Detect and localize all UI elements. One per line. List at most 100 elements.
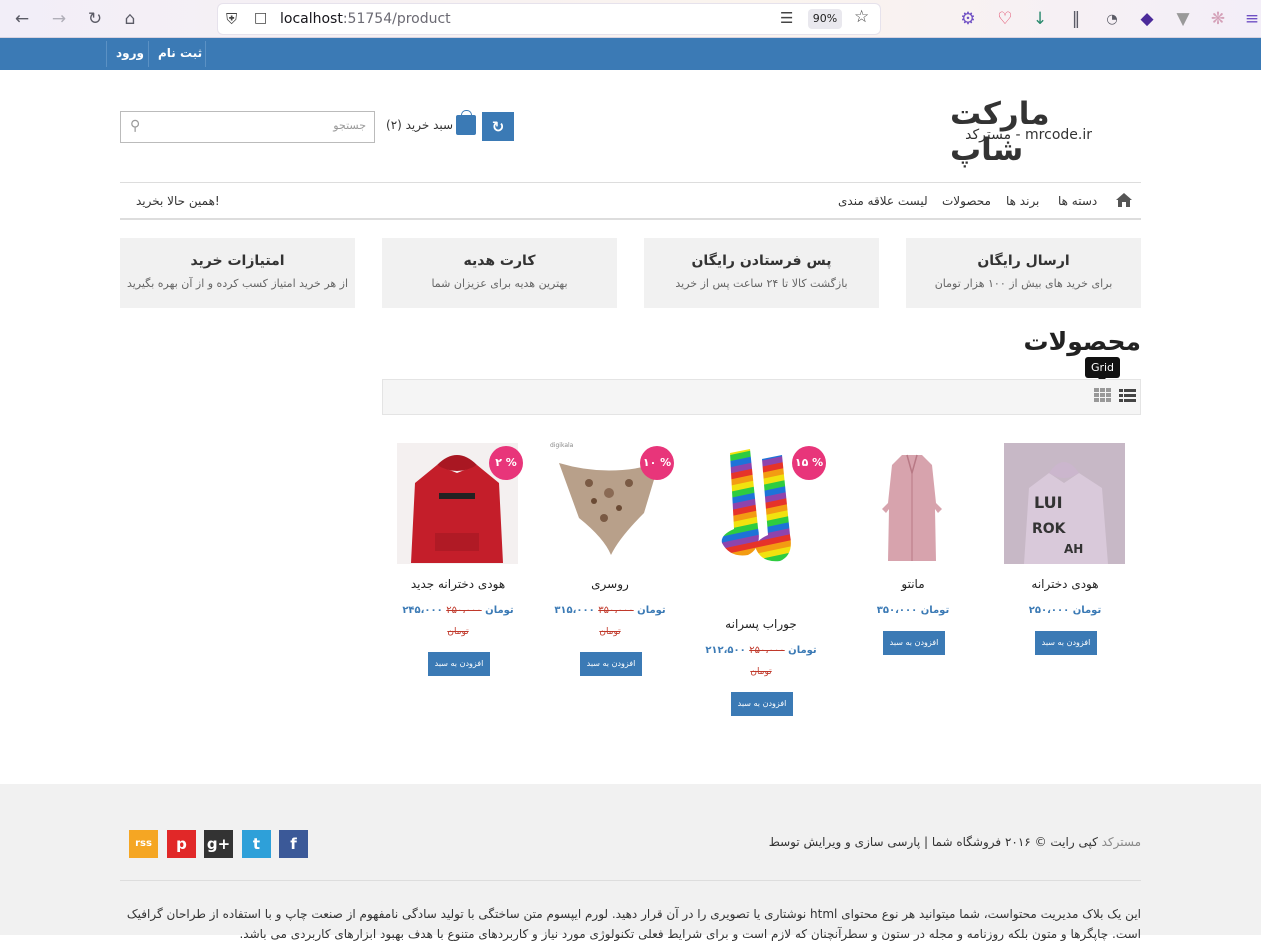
nav-item-brands[interactable]: برند ها: [1006, 194, 1039, 208]
nav-item-wishlist[interactable]: لیست علاقه مندی: [838, 194, 928, 208]
wrench-icon[interactable]: ⚙: [956, 7, 980, 31]
main-nav: دسته ها برند ها محصولات لیست علاقه مندی …: [120, 182, 1141, 220]
old-price-unit: تومان: [750, 667, 772, 677]
search-icon[interactable]: ⚲: [130, 118, 140, 134]
menu-icon[interactable]: ≡: [1240, 7, 1261, 31]
svg-text:AH: AH: [1064, 542, 1083, 556]
feature-free-shipping: ارسال رایگان برای خرید های بیش از ۱۰۰ هز…: [906, 238, 1141, 308]
old-price-unit: تومان: [447, 627, 469, 637]
top-bar: ورود ثبت نام: [0, 38, 1261, 70]
product-price: ۲۵۰،۰۰۰ تومان: [1028, 605, 1102, 616]
divider: [106, 41, 107, 67]
product-price: ۳۱۵،۰۰۰ تومان ۳۵۰،۰۰۰: [534, 605, 686, 616]
address-bar[interactable]: ⛨ □ localhost:51754/product ☰ 90% ☆: [218, 4, 880, 34]
product-card: مانتو ۳۵۰،۰۰۰ تومان افزودن به سبد: [837, 430, 989, 730]
extension-vue-icon[interactable]: ▼: [1171, 7, 1195, 31]
product-image[interactable]: [852, 443, 973, 564]
product-name[interactable]: هودی دخترانه جدید: [382, 577, 534, 591]
footer-text: این یک بلاک مدیریت محتواست، شما میتوانید…: [126, 907, 1141, 941]
add-to-cart-button[interactable]: افزودن به سبد: [883, 631, 945, 655]
feature-free-return: پس فرستادن رایگان بازگشت کالا تا ۲۴ ساعت…: [644, 238, 879, 308]
product-name[interactable]: روسری: [534, 577, 686, 591]
url-text[interactable]: localhost:51754/product: [280, 11, 451, 27]
discount-badge: ۲ %: [489, 446, 523, 480]
bookmark-star-icon[interactable]: ☆: [854, 7, 869, 27]
product-card: ۲ % هودی دخترانه جدید ۲۴۵،۰۰۰ تومان ۲۵۰،…: [382, 430, 534, 730]
add-to-cart-button[interactable]: افزودن به سبد: [1035, 631, 1097, 655]
grid-tooltip: Grid: [1085, 357, 1120, 382]
copyright-text: کپی رایت © ۲۰۱۶ فروشگاه شما | پارسی سازی…: [768, 835, 1098, 849]
google-plus-icon[interactable]: g+: [204, 830, 233, 858]
product-image[interactable]: LUI ROK AH: [1004, 443, 1125, 564]
old-price-unit: تومان: [599, 627, 621, 637]
reader-view-icon[interactable]: ☰: [780, 9, 793, 27]
nav-item-categories[interactable]: دسته ها: [1058, 194, 1097, 208]
brand-link[interactable]: مسترکد: [1102, 835, 1141, 849]
product-name[interactable]: مانتو: [837, 577, 989, 591]
old-price: ۲۵۰،۰۰۰: [446, 605, 482, 616]
extension-gear-icon[interactable]: ❋: [1206, 7, 1230, 31]
shopping-bag-icon[interactable]: [456, 110, 476, 135]
twitter-icon[interactable]: t: [242, 830, 271, 858]
add-to-cart-button[interactable]: افزودن به سبد: [731, 692, 793, 716]
cart-link[interactable]: سبد خرید (۲): [386, 118, 453, 132]
add-to-cart-button[interactable]: افزودن به سبد: [428, 652, 490, 676]
download-icon[interactable]: ↓: [1028, 7, 1052, 31]
page-icon: □: [254, 10, 268, 26]
list-view-icon[interactable]: [1119, 388, 1136, 402]
grid-view-icon[interactable]: [1094, 388, 1111, 402]
product-name[interactable]: جوراب پسرانه: [685, 617, 837, 631]
shield-icon[interactable]: ⛨: [226, 10, 237, 28]
product-card: ۱۵ % جوراب پسرانه ۲۱۲،۵۰۰ تومان ۲۵۰،۰۰۰ …: [685, 430, 837, 730]
footer: مسترکد کپی رایت © ۲۰۱۶ فروشگاه شما | پار…: [0, 784, 1261, 941]
product-card: LUI ROK AH هودی دخترانه ۲۵۰،۰۰۰ تومان اف…: [989, 430, 1141, 730]
discount-badge: ۱۰ %: [640, 446, 674, 480]
library-icon[interactable]: ‖: [1064, 7, 1088, 31]
refresh-button[interactable]: ↻: [482, 112, 514, 141]
feature-gift-card: کارت هدیه بهترین هدیه برای عزیزان شما: [382, 238, 617, 308]
product-price: ۲۴۵،۰۰۰ تومان ۲۵۰،۰۰۰: [382, 605, 534, 616]
pocket-icon[interactable]: ♡: [993, 7, 1017, 31]
product-grid: LUI ROK AH هودی دخترانه ۲۵۰،۰۰۰ تومان اف…: [382, 430, 1141, 730]
register-link[interactable]: ثبت نام: [158, 38, 202, 70]
search-placeholder: جستجو: [333, 119, 366, 132]
feature-points: امتیازات خرید از هر خرید امتیاز کسب کرده…: [120, 238, 355, 308]
login-link[interactable]: ورود: [116, 38, 144, 70]
view-toolbar: [382, 379, 1141, 415]
feature-desc: بهترین هدیه برای عزیزان شما: [431, 277, 568, 290]
facebook-icon[interactable]: f: [279, 830, 308, 858]
rss-icon[interactable]: rss: [129, 830, 158, 858]
pinterest-icon[interactable]: p: [167, 830, 196, 858]
nav-buy-now[interactable]: همین حالا بخرید!: [136, 194, 220, 208]
add-to-cart-button[interactable]: افزودن به سبد: [580, 652, 642, 676]
logo-subtitle: مسترکد - mrcode.ir: [965, 127, 1092, 143]
refresh-icon: ↻: [491, 117, 505, 136]
footer-divider: [120, 880, 1141, 881]
divider: [205, 41, 206, 67]
search-input[interactable]: جستجو ⚲: [120, 111, 375, 143]
feature-desc: برای خرید های بیش از ۱۰۰ هزار تومان: [934, 277, 1113, 290]
feature-title: امتیازات خرید: [190, 253, 285, 269]
svg-text:ROK: ROK: [1032, 521, 1067, 537]
feature-title: ارسال رایگان: [977, 253, 1070, 269]
extension-icon[interactable]: ◔: [1100, 7, 1124, 31]
product-name[interactable]: هودی دخترانه: [989, 577, 1141, 591]
home-icon[interactable]: ⌂: [118, 7, 142, 31]
back-icon[interactable]: ←: [10, 7, 34, 31]
feature-boxes: ارسال رایگان برای خرید های بیش از ۱۰۰ هز…: [120, 238, 1141, 308]
forward-icon[interactable]: →: [47, 7, 71, 31]
svg-text:LUI: LUI: [1034, 493, 1063, 512]
site-logo[interactable]: مارکت شاپ مسترکد - mrcode.ir: [950, 96, 1140, 168]
nav-item-products[interactable]: محصولات: [942, 194, 991, 208]
extension-diamond-icon[interactable]: ◆: [1135, 7, 1159, 31]
reload-icon[interactable]: ↻: [83, 7, 107, 31]
product-price: ۲۱۲،۵۰۰ تومان ۲۵۰،۰۰۰: [685, 645, 837, 656]
product-card: digikala ۱۰ % روسری ۳۱۵،۰۰۰ تومان ۳۵۰،۰۰…: [534, 430, 686, 730]
feature-desc: بازگشت کالا تا ۲۴ ساعت پس از خرید: [675, 277, 848, 290]
zoom-indicator[interactable]: 90%: [808, 9, 842, 29]
feature-desc: از هر خرید امتیاز کسب کرده و از آن بهره …: [126, 277, 349, 290]
discount-badge: ۱۵ %: [792, 446, 826, 480]
copyright: مسترکد کپی رایت © ۲۰۱۶ فروشگاه شما | پار…: [769, 835, 1141, 849]
old-price: ۳۵۰،۰۰۰: [598, 605, 634, 616]
home-icon[interactable]: [1115, 192, 1133, 208]
